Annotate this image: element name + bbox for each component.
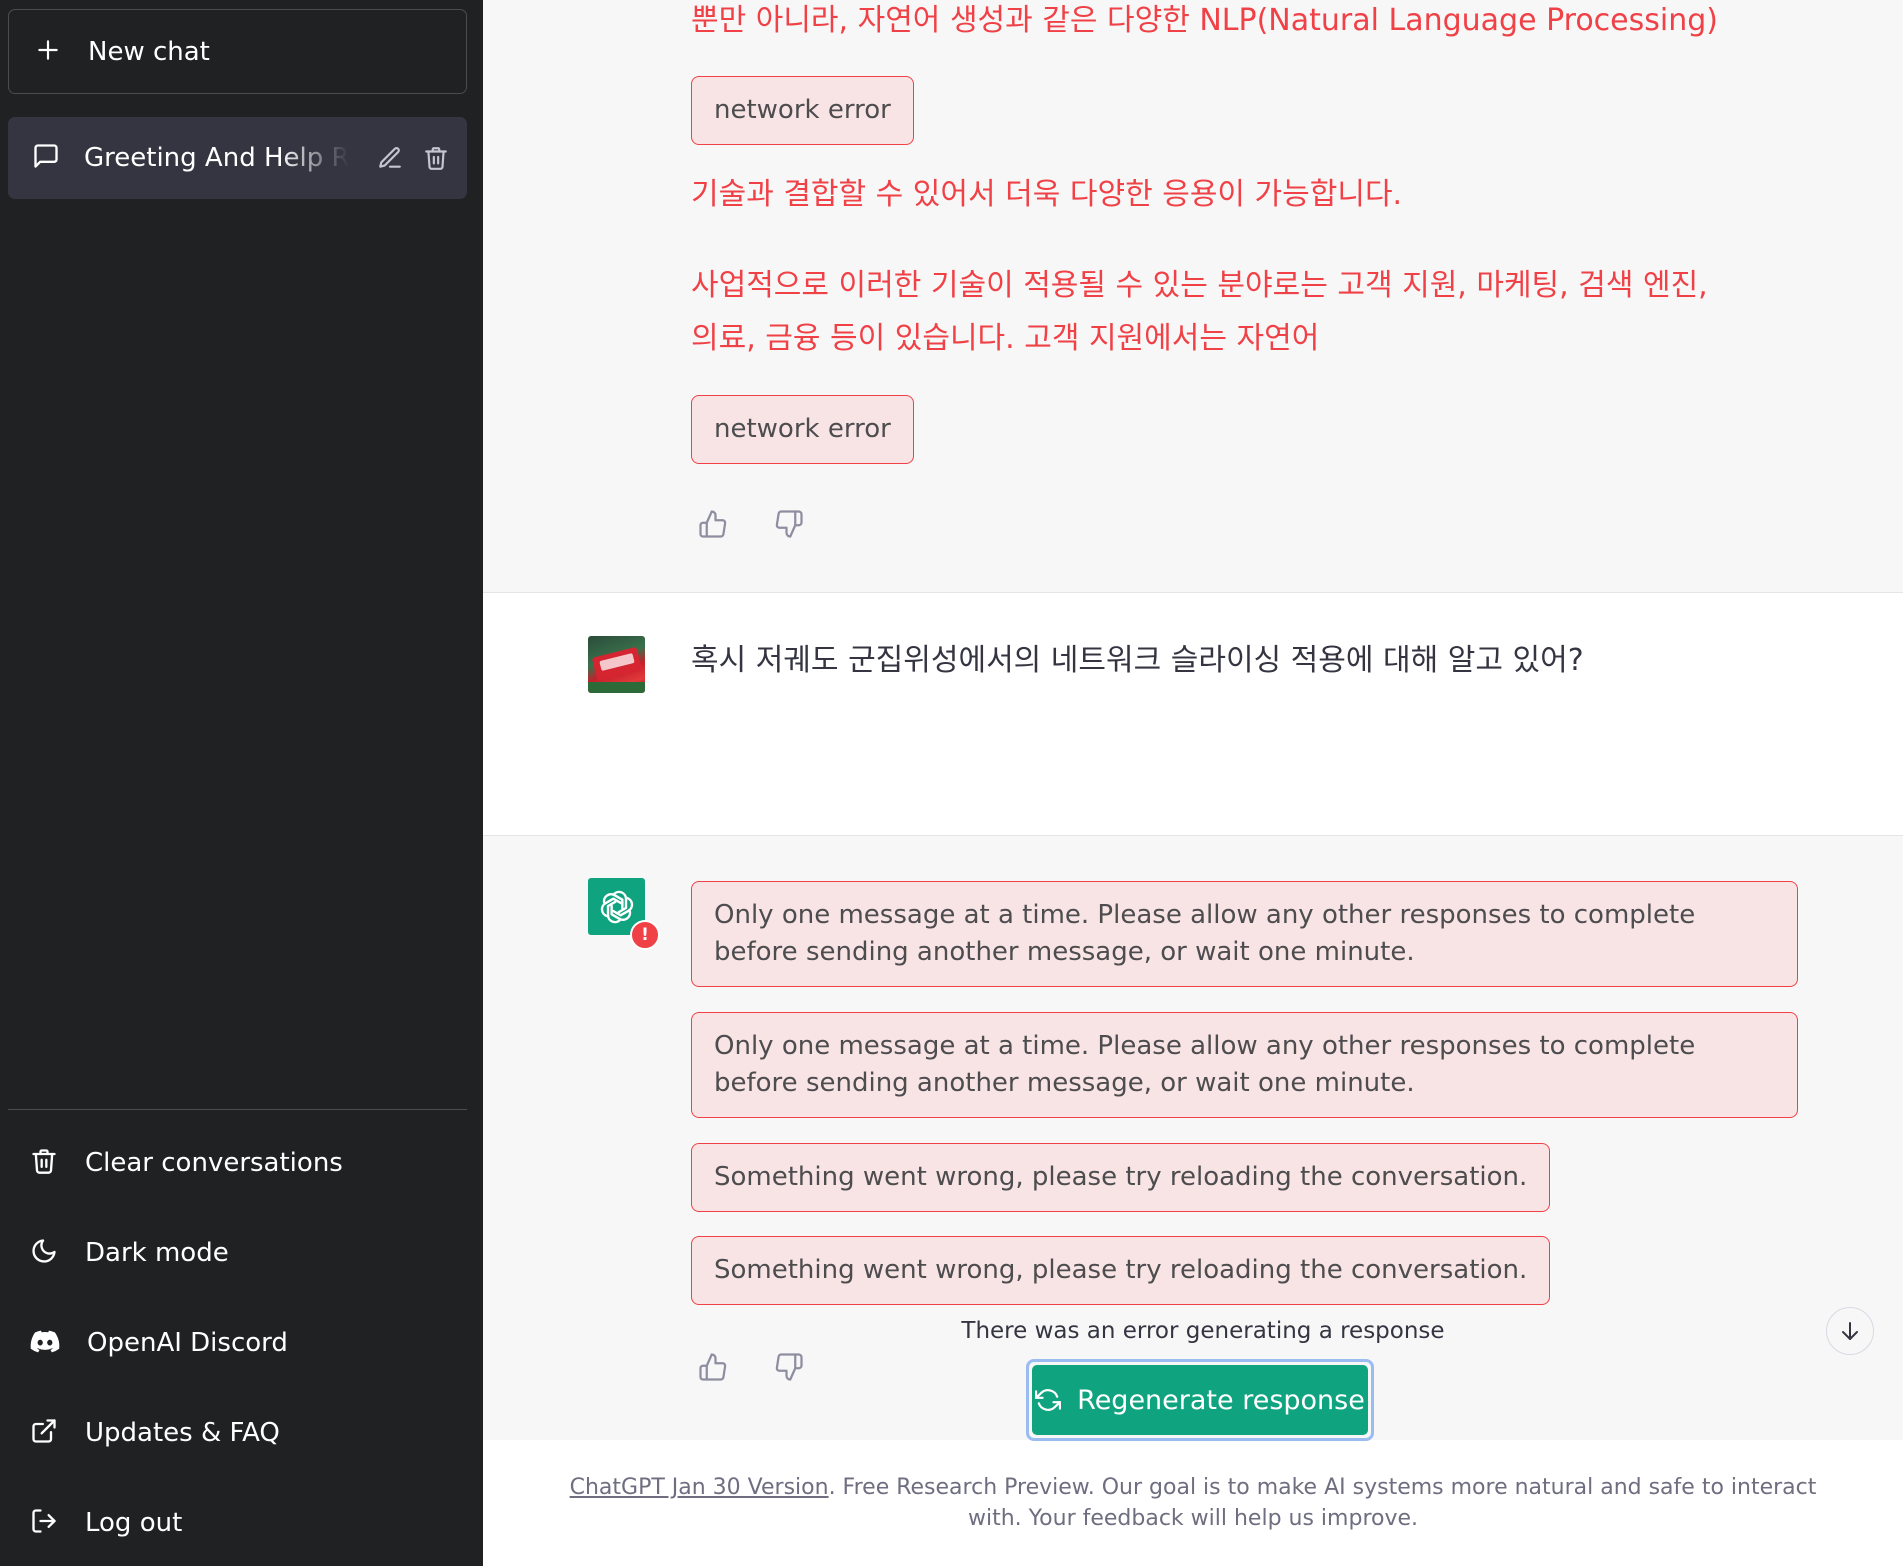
assistant-message: 뿐만 아니라, 자연어 생성과 같은 다양한 NLP(Natural Langu…	[483, 0, 1903, 593]
menu-label: Dark mode	[85, 1238, 229, 1268]
thumbs-up-icon[interactable]	[696, 1350, 730, 1384]
refresh-icon	[1035, 1389, 1062, 1411]
clear-conversations-button[interactable]: Clear conversations	[8, 1126, 467, 1200]
discord-icon	[30, 1328, 60, 1358]
error-message: Only one message at a time. Please allow…	[691, 881, 1798, 987]
assistant-text: 뿐만 아니라, 자연어 생성과 같은 다양한 NLP(Natural Langu…	[691, 3, 1718, 38]
regenerate-label: Regenerate response	[1077, 1384, 1365, 1416]
chat-bubble-icon	[32, 142, 60, 174]
thumbs-down-icon[interactable]	[772, 507, 806, 541]
version-link[interactable]: ChatGPT Jan 30 Version	[570, 1475, 829, 1500]
menu-label: Clear conversations	[85, 1148, 343, 1178]
error-message: Something went wrong, please try reloadi…	[691, 1236, 1551, 1305]
dark-mode-button[interactable]: Dark mode	[8, 1216, 467, 1290]
sidebar: New chat Greeting And Help Request Clear…	[0, 0, 483, 1566]
thumbs-down-icon[interactable]	[772, 1350, 806, 1384]
new-chat-button[interactable]: New chat	[8, 9, 467, 94]
chat-main: 뿐만 아니라, 자연어 생성과 같은 다양한 NLP(Natural Langu…	[483, 0, 1903, 1566]
feedback-buttons	[696, 507, 806, 541]
scroll-to-bottom-button[interactable]	[1826, 1307, 1874, 1355]
menu-label: OpenAI Discord	[87, 1328, 288, 1358]
new-chat-label: New chat	[88, 36, 210, 67]
conversation-actions	[373, 141, 453, 175]
error-message: Something went wrong, please try reloadi…	[691, 1143, 1551, 1212]
assistant-message: Only one message at a time. Please allow…	[483, 836, 1903, 1440]
assistant-text: 의료, 금융 등이 있습니다. 고객 지원에서는 자연어	[691, 321, 1320, 356]
menu-label: Log out	[85, 1508, 183, 1538]
trash-icon	[30, 1147, 58, 1179]
thumbs-up-icon[interactable]	[696, 507, 730, 541]
external-link-icon	[30, 1417, 58, 1449]
user-message	[483, 593, 1903, 836]
openai-discord-link[interactable]: OpenAI Discord	[8, 1306, 467, 1380]
logout-icon	[30, 1507, 58, 1539]
menu-label: Updates & FAQ	[85, 1418, 280, 1448]
openai-logo-icon	[600, 890, 633, 923]
regenerate-response-button[interactable]: Regenerate response	[1032, 1365, 1368, 1435]
regenerate-focus-ring: Regenerate response	[1026, 1359, 1374, 1441]
feedback-buttons	[696, 1350, 806, 1384]
edit-icon[interactable]	[373, 141, 407, 175]
assistant-text: 기술과 결합할 수 있어서 더욱 다양한 응용이 가능합니다.	[691, 177, 1403, 212]
plus-icon	[35, 37, 61, 67]
error-indicator-icon: !	[630, 920, 660, 950]
error-message: Only one message at a time. Please allow…	[691, 1012, 1798, 1118]
sidebar-divider	[8, 1109, 467, 1110]
arrow-down-icon	[1842, 1322, 1858, 1340]
user-avatar	[588, 636, 645, 693]
error-message: network error	[691, 395, 914, 464]
conversation-title: Greeting And Help Request	[84, 143, 349, 173]
assistant-text: 사업적으로 이러한 기술이 적용될 수 있는 분야로는 고객 지원, 마케팅, …	[691, 268, 1708, 303]
generation-error-text: There was an error generating a response	[961, 1318, 1445, 1344]
conversation-item[interactable]: Greeting And Help Request	[8, 117, 467, 199]
updates-faq-link[interactable]: Updates & FAQ	[8, 1396, 467, 1470]
moon-icon	[30, 1237, 58, 1269]
error-message: network error	[691, 76, 914, 145]
delete-icon[interactable]	[419, 141, 453, 175]
user-message-text: 혹시 저궤도 군집위성에서의 네트워크 슬라이싱 적용에 대해 알고 있어?	[691, 643, 1584, 678]
footer-text: . Free Research Preview. Our goal is to …	[828, 1475, 1817, 1531]
footer-disclaimer: ChatGPT Jan 30 Version. Free Research Pr…	[553, 1472, 1833, 1534]
log-out-button[interactable]: Log out	[8, 1486, 467, 1560]
